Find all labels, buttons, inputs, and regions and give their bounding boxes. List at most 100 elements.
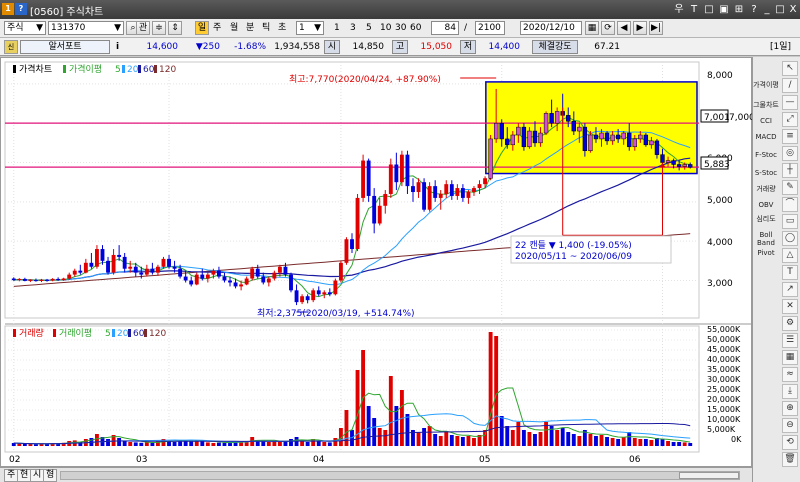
drawing-tool-13[interactable]: ↗	[782, 282, 798, 297]
indicator-price-ma[interactable]: 가격이평	[753, 81, 779, 89]
drawing-tool-11[interactable]: △	[782, 248, 798, 263]
stock-code-input[interactable]: 131370 ▼	[48, 21, 124, 35]
display-count-input[interactable]: 84	[431, 21, 459, 35]
help-icon[interactable]: ?	[15, 3, 27, 15]
up-down-icon: ⇕	[171, 23, 179, 33]
drawing-tool-7[interactable]: ✎	[782, 180, 798, 195]
window-control-5[interactable]: ⊞	[732, 3, 746, 16]
minimize-button[interactable]: _	[760, 3, 774, 16]
candle-body	[449, 184, 454, 196]
window-control-4[interactable]: ▣	[717, 3, 731, 16]
indicator-volume[interactable]: 거래량	[753, 185, 779, 193]
window-help-button[interactable]: ?	[747, 3, 761, 16]
date-input[interactable]: 2020/12/10 ▼	[520, 21, 582, 35]
drawing-tool-17[interactable]: ▦	[782, 350, 798, 365]
indicator-obv[interactable]: OBV	[753, 201, 779, 209]
favorites-button[interactable]: 관	[136, 21, 150, 35]
price-tick: 8,000	[707, 71, 733, 81]
period-value-select[interactable]: 1 ▼	[296, 21, 324, 35]
indicator-s-stoc[interactable]: S-Stoc	[753, 169, 779, 177]
period-tick-button[interactable]: 틱	[262, 22, 270, 34]
drawing-tool-0[interactable]: ↖	[782, 61, 798, 76]
stock-icon-button[interactable]: 신	[4, 40, 18, 54]
info-icon[interactable]: i	[116, 41, 119, 53]
maximize-button[interactable]: □	[773, 3, 787, 16]
volume-tick: 10,000K	[707, 415, 741, 424]
drawing-tool-19[interactable]: ⤓	[782, 384, 798, 399]
scroll-end-button[interactable]: ▶|	[649, 21, 663, 35]
candle-body	[233, 282, 238, 287]
period-button-30[interactable]: 30	[395, 22, 406, 34]
indicator-cci[interactable]: CCI	[753, 117, 779, 125]
drawing-tool-2[interactable]: —	[782, 95, 798, 110]
horizontal-scrollbar[interactable]	[60, 471, 740, 480]
chart-area[interactable]: 가격차트 가격이평 5 20 60 120 거래량 거래이평 5 20 60 1…	[0, 57, 753, 468]
drawing-tool-12[interactable]: T	[782, 265, 798, 280]
market-select[interactable]: 주식 ▼	[4, 21, 46, 35]
drawing-tool-16[interactable]: ☰	[782, 333, 798, 348]
drawing-tool-15[interactable]: ⚙	[782, 316, 798, 331]
drawing-tool-14[interactable]: ✕	[782, 299, 798, 314]
sort-icon: ≑	[155, 23, 163, 33]
drawing-tool-21[interactable]: ⊖	[782, 418, 798, 433]
window-control-1[interactable]: 우	[672, 3, 686, 16]
sort-button[interactable]: ≑	[152, 21, 166, 35]
stepper-button[interactable]: ⇕	[168, 21, 182, 35]
drawing-tool-18[interactable]: ≈	[782, 367, 798, 382]
drawing-tool-9[interactable]: ▭	[782, 214, 798, 229]
volume-bar	[211, 443, 216, 446]
drawing-tool-20[interactable]: ⊕	[782, 401, 798, 416]
volume-bar	[416, 432, 421, 446]
volume-tick: 20,000K	[707, 395, 741, 404]
volume-bar	[505, 426, 510, 446]
indicator-net-chart[interactable]: 그물차트	[753, 101, 779, 109]
prev-button[interactable]: ◀	[617, 21, 631, 35]
volume-bar	[322, 442, 327, 446]
volume-bar	[588, 434, 593, 446]
stock-chart[interactable]: 가격차트 가격이평 5 20 60 120 거래량 거래이평 5 20 60 1…	[1, 58, 753, 468]
period-button-10[interactable]: 10	[380, 22, 391, 34]
month-label: 03	[136, 455, 147, 465]
period-week-button[interactable]: 주	[213, 22, 221, 34]
candle-body	[155, 266, 160, 273]
drawing-tool-5[interactable]: ◎	[782, 146, 798, 161]
drawing-tool-8[interactable]: ⌒	[782, 197, 798, 212]
indicator-macd[interactable]: MACD	[753, 133, 779, 141]
indicator-boll-band[interactable]: Boll Band	[753, 231, 779, 247]
total-count-input[interactable]: 2100	[475, 21, 505, 35]
drawing-tool-6[interactable]: ┼	[782, 163, 798, 178]
period-button-5[interactable]: 5	[366, 22, 372, 34]
period-month-button[interactable]: 월	[230, 22, 238, 34]
period-button-60[interactable]: 60	[410, 22, 421, 34]
bottom-tab-4[interactable]: 형	[43, 469, 58, 482]
market-select-value: 주식	[7, 23, 24, 33]
indicator-pivot[interactable]: Pivot	[753, 249, 779, 257]
candle-body	[538, 132, 543, 144]
calendar-button[interactable]: ▦	[585, 21, 599, 35]
drawing-tool-1[interactable]: /	[782, 78, 798, 93]
period-minute-button[interactable]: 분	[246, 22, 254, 34]
candle-body	[216, 270, 221, 277]
window-control-3[interactable]: □	[702, 3, 716, 16]
next-button[interactable]: ▶	[633, 21, 647, 35]
period-button-1[interactable]: 1	[334, 22, 340, 34]
drawing-tool-10[interactable]: ◯	[782, 231, 798, 246]
scrollbar-thumb[interactable]	[679, 472, 739, 479]
period-button-3[interactable]: 3	[350, 22, 356, 34]
candle-body	[106, 260, 110, 273]
period-day-button[interactable]: 일	[195, 21, 209, 35]
window-control-2[interactable]: T	[687, 3, 701, 16]
drawing-tool-22[interactable]: ⟲	[782, 435, 798, 450]
refresh-button[interactable]: ⟳	[601, 21, 615, 35]
candle-body	[39, 279, 44, 281]
close-button[interactable]: X	[786, 3, 800, 16]
period-second-button[interactable]: 초	[278, 22, 286, 34]
volume-bar	[139, 442, 144, 446]
drawing-tool-23[interactable]: 🗑	[782, 452, 798, 467]
price-change: ▼250	[195, 42, 220, 52]
indicator-f-stoc[interactable]: F-Stoc	[753, 151, 779, 159]
volume-tick: 25,000K	[707, 385, 741, 394]
drawing-tool-4[interactable]: ≡	[782, 129, 798, 144]
indicator-psychology[interactable]: 심리도	[753, 215, 779, 223]
drawing-tool-3[interactable]: ⤢	[782, 112, 798, 127]
